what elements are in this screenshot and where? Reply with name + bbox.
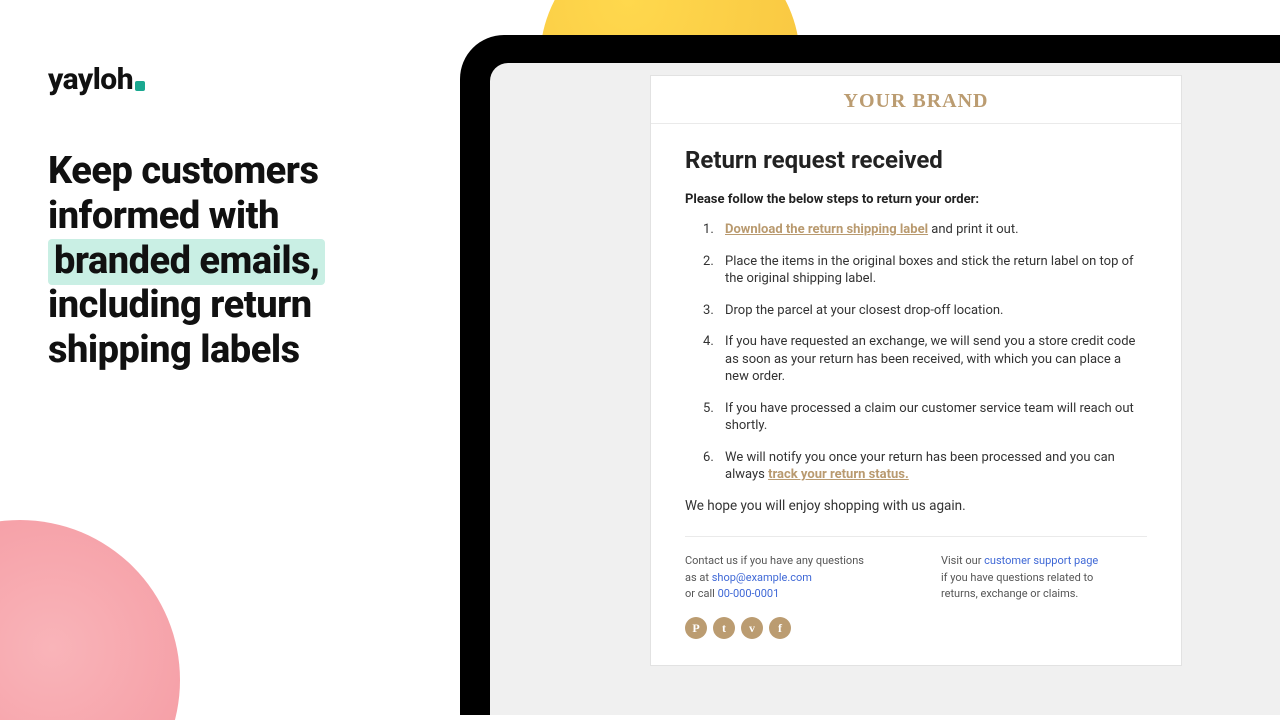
device-screen: YOUR BRAND Return request received Pleas… — [490, 63, 1280, 715]
email-footer: Contact us if you have any questions as … — [685, 536, 1147, 657]
twitter-icon[interactable]: t — [713, 617, 735, 639]
step-item: If you have processed a claim our custom… — [703, 400, 1147, 435]
track-status-link[interactable]: track your return status. — [768, 467, 909, 482]
contact-phone-link[interactable]: 00-000-0001 — [718, 587, 780, 600]
email-title: Return request received — [685, 146, 1147, 174]
footer-contact: Contact us if you have any questions as … — [685, 553, 891, 639]
email-brand-header: YOUR BRAND — [651, 76, 1181, 124]
decorative-shape-pink — [0, 520, 180, 720]
marketing-headline: Keep customers informed with branded ema… — [48, 149, 408, 373]
logo-dot — [135, 81, 145, 91]
headline-highlight: branded emails, — [48, 239, 325, 285]
contact-email-link[interactable]: shop@example.com — [712, 571, 812, 584]
footer-support: Visit our customer support page if you h… — [941, 553, 1147, 639]
facebook-icon[interactable]: f — [769, 617, 791, 639]
pinterest-icon[interactable]: P — [685, 617, 707, 639]
step-item: Place the items in the original boxes an… — [703, 253, 1147, 288]
step-item: Download the return shipping label and p… — [703, 221, 1147, 239]
device-frame: YOUR BRAND Return request received Pleas… — [460, 35, 1280, 715]
support-page-link[interactable]: customer support page — [984, 554, 1098, 567]
brand-name: YOUR BRAND — [844, 90, 989, 112]
logo-text: yayloh — [48, 62, 133, 97]
email-subtitle: Please follow the below steps to return … — [685, 192, 1147, 207]
step-item: Drop the parcel at your closest drop-off… — [703, 302, 1147, 320]
logo: yayloh — [48, 62, 145, 97]
step-item: We will notify you once your return has … — [703, 449, 1147, 484]
steps-list: Download the return shipping label and p… — [685, 221, 1147, 484]
email-closing: We hope you will enjoy shopping with us … — [685, 498, 1147, 514]
step-item: If you have requested an exchange, we wi… — [703, 333, 1147, 386]
email-card: YOUR BRAND Return request received Pleas… — [650, 75, 1182, 666]
vimeo-icon[interactable]: v — [741, 617, 763, 639]
download-label-link[interactable]: Download the return shipping label — [725, 222, 928, 237]
social-links: P t v f — [685, 617, 891, 639]
